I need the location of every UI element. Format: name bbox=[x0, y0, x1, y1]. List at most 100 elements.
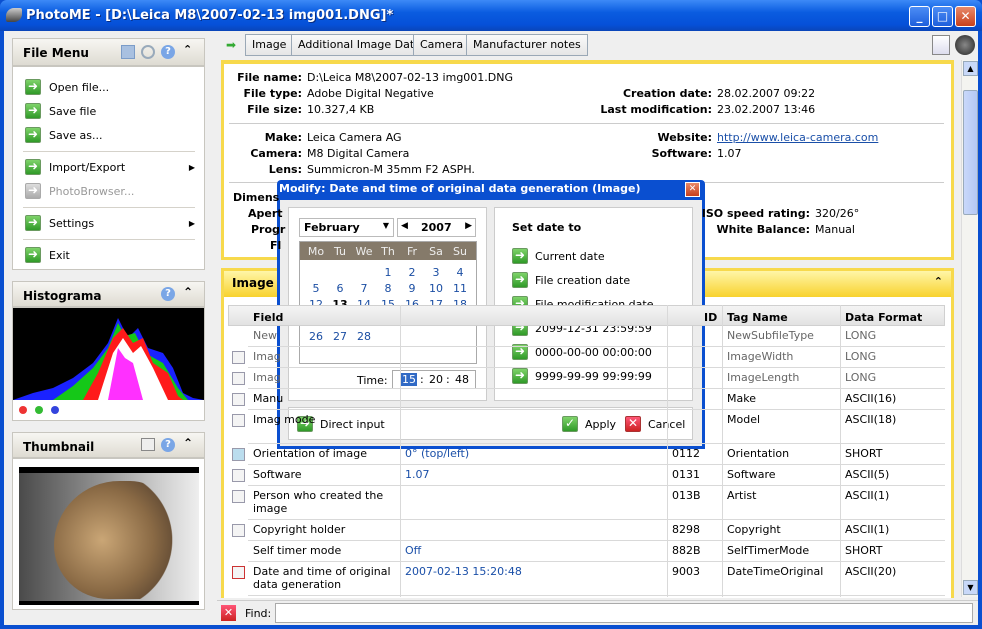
file-type-value: Adobe Digital Negative bbox=[307, 87, 434, 100]
minimize-button[interactable]: _ bbox=[909, 6, 930, 27]
dialog-close-button[interactable]: ✕ bbox=[685, 182, 700, 197]
maximize-button[interactable]: □ bbox=[932, 6, 953, 27]
calendar-day-6[interactable]: 6 bbox=[328, 282, 352, 295]
menu-item-exit[interactable]: ➜ Exit bbox=[25, 244, 195, 266]
cell-value[interactable] bbox=[400, 326, 667, 332]
close-find-icon[interactable]: ✕ bbox=[221, 605, 236, 621]
column-header[interactable]: ID bbox=[699, 308, 722, 327]
section-title: Image bbox=[232, 276, 274, 290]
set-date-option[interactable]: ➜ Current date bbox=[512, 248, 605, 264]
menu-item-open-file[interactable]: ➜ Open file... bbox=[25, 76, 195, 98]
menu-item-save-file[interactable]: ➜ Save file bbox=[25, 100, 195, 122]
delete-thumbnail-icon[interactable] bbox=[141, 438, 155, 451]
collapse-icon[interactable]: ⌃ bbox=[183, 285, 193, 299]
cell-value[interactable] bbox=[400, 520, 667, 526]
help-icon[interactable]: ? bbox=[161, 287, 175, 301]
calendar-day-2[interactable]: 2 bbox=[400, 266, 424, 279]
collapse-icon[interactable]: ⌃ bbox=[934, 275, 943, 288]
text-field-icon bbox=[232, 524, 245, 537]
cell-value[interactable] bbox=[400, 486, 667, 492]
column-header[interactable]: Tag Name bbox=[722, 308, 793, 327]
cell-value[interactable]: Off bbox=[400, 541, 667, 560]
menu-item-label: Open file... bbox=[49, 80, 110, 94]
file-menu-title: File Menu bbox=[23, 46, 89, 60]
cell-tag: Make bbox=[727, 392, 756, 405]
menu-item-import-export[interactable]: ➜ Import/Export ▶ bbox=[25, 156, 195, 178]
website-label: Website: bbox=[657, 131, 712, 144]
cell-value[interactable]: 0° (top/left) bbox=[400, 444, 667, 463]
red-channel-toggle[interactable] bbox=[19, 406, 27, 414]
lens-value: Summicron-M 35mm F2 ASPH. bbox=[307, 163, 475, 176]
cell-tag: DateTimeOriginal bbox=[727, 565, 824, 578]
help-icon[interactable]: ? bbox=[161, 45, 175, 59]
lastmod-label: Last modification: bbox=[600, 103, 712, 116]
find-input[interactable] bbox=[275, 603, 973, 623]
column-header[interactable]: Field bbox=[248, 308, 288, 327]
website-value[interactable]: http://www.leica-camera.com bbox=[717, 131, 878, 144]
hidden-info-label: Fl bbox=[270, 239, 282, 252]
software-label: Software: bbox=[651, 147, 712, 160]
file-size-label: File size: bbox=[247, 103, 302, 116]
green-channel-toggle[interactable] bbox=[35, 406, 43, 414]
calendar-day-5[interactable]: 5 bbox=[304, 282, 328, 295]
collapse-icon[interactable]: ⌃ bbox=[183, 436, 193, 450]
cell-field: Orientation of image bbox=[253, 447, 367, 460]
cell-value[interactable] bbox=[400, 368, 667, 374]
blue-channel-toggle[interactable] bbox=[51, 406, 59, 414]
cell-value[interactable] bbox=[400, 347, 667, 353]
make-value: Leica Camera AG bbox=[307, 131, 402, 144]
tab-manufacturer-notes[interactable]: Manufacturer notes bbox=[466, 34, 588, 56]
histogram-header: Histograma ? ⌃ bbox=[12, 281, 205, 307]
cell-value[interactable]: 2007-02-13 15:20:48 bbox=[400, 562, 667, 581]
magnifier-icon[interactable] bbox=[141, 45, 155, 59]
wb-label: White Balance: bbox=[716, 223, 811, 236]
cell-field: Imag bbox=[253, 350, 281, 363]
calendar-day-10[interactable]: 10 bbox=[424, 282, 448, 295]
menu-item-settings[interactable]: ➜ Settings ▶ bbox=[25, 212, 195, 234]
gallery-icon[interactable] bbox=[121, 45, 135, 59]
dropdown-arrow-icon: ▼ bbox=[382, 221, 389, 230]
set-date-option[interactable]: ➜ File creation date bbox=[512, 272, 630, 288]
cell-value[interactable] bbox=[400, 389, 667, 395]
year-spinner[interactable]: ◀ 2007 ▶ bbox=[397, 218, 476, 237]
table-header bbox=[228, 305, 945, 326]
thumbnail-panel bbox=[12, 458, 205, 610]
calendar-day-7[interactable]: 7 bbox=[352, 282, 376, 295]
scroll-down-button[interactable]: ▼ bbox=[963, 580, 978, 595]
column-header[interactable]: Data Format bbox=[840, 308, 927, 327]
edit-pen-icon[interactable] bbox=[932, 35, 950, 55]
menu-item-label: Save file bbox=[49, 104, 97, 118]
collapse-icon[interactable]: ⌃ bbox=[183, 43, 192, 56]
calendar-day-3[interactable]: 3 bbox=[424, 266, 448, 279]
tab-camera[interactable]: Camera bbox=[413, 34, 471, 56]
calendar-icon bbox=[232, 566, 245, 579]
calendar-day-11[interactable]: 11 bbox=[448, 282, 472, 295]
tab-additional-image-data[interactable]: Additional Image Data bbox=[291, 34, 428, 56]
calendar-day-9[interactable]: 9 bbox=[400, 282, 424, 295]
cell-value[interactable] bbox=[400, 410, 667, 416]
file-menu-header: File Menu ? ⌃ bbox=[12, 38, 205, 66]
menu-item-save-as[interactable]: ➜ Save as... bbox=[25, 124, 195, 146]
calendar-day-1[interactable]: 1 bbox=[376, 266, 400, 279]
vertical-scrollbar[interactable]: ▲ ▼ bbox=[961, 60, 978, 597]
weekday-header: Mo bbox=[307, 245, 325, 258]
cell-id: 882B bbox=[672, 544, 701, 557]
menu-item-photobrowser: ➜ PhotoBrowser... bbox=[25, 180, 195, 202]
iso-value: 320/26° bbox=[815, 207, 860, 220]
calendar-day-4[interactable]: 4 bbox=[448, 266, 472, 279]
width-icon bbox=[232, 351, 245, 364]
next-year-icon[interactable]: ▶ bbox=[465, 221, 472, 231]
creation-value: 28.02.2007 09:22 bbox=[717, 87, 816, 100]
tab-image[interactable]: Image bbox=[245, 34, 294, 56]
nx-icon[interactable] bbox=[955, 35, 975, 55]
help-icon[interactable]: ? bbox=[161, 438, 175, 452]
cell-value[interactable]: 1.07 bbox=[400, 465, 667, 484]
menu-separator bbox=[23, 239, 195, 240]
calendar-day-8[interactable]: 8 bbox=[376, 282, 400, 295]
cell-field: Copyright holder bbox=[253, 523, 346, 536]
scroll-thumb[interactable] bbox=[963, 90, 978, 215]
month-select[interactable]: February ▼ bbox=[299, 218, 394, 237]
close-button[interactable]: ✕ bbox=[955, 6, 976, 27]
prev-year-icon[interactable]: ◀ bbox=[401, 221, 408, 231]
scroll-up-button[interactable]: ▲ bbox=[963, 61, 978, 76]
